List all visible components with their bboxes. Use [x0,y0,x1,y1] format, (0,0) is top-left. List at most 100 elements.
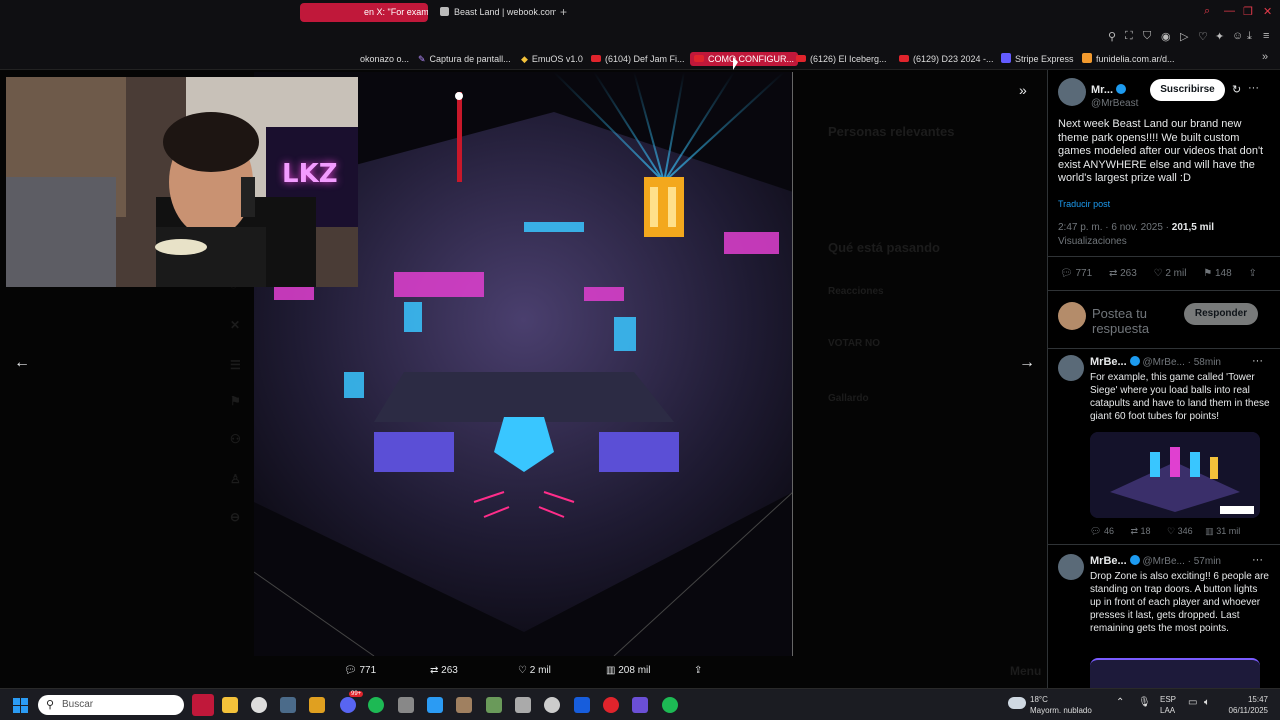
taskview-icon[interactable] [192,694,214,716]
chrome-icon[interactable] [251,697,267,713]
bookmark-stripe[interactable]: Stripe Express [1001,52,1074,66]
tab-beast-land[interactable]: Beast Land | webook.com [432,3,556,22]
repost-count: 263 [441,665,458,676]
close-window-icon[interactable]: ✕ [1263,5,1272,18]
reply-action[interactable]: 💬︎ 46 [1090,526,1114,536]
share-icon[interactable]: ⇪ [694,665,702,676]
pin-icon[interactable]: ⚲ [1108,30,1116,43]
previous-image-arrow-icon[interactable]: ← [14,354,30,372]
views-action[interactable]: ▥ 31 mil [1205,526,1240,536]
discord-icon[interactable] [340,697,356,713]
reply-button[interactable]: Responder [1184,303,1258,325]
more-bookmarks-icon[interactable]: » [1262,51,1268,63]
app-icon[interactable] [456,697,472,713]
maximize-icon[interactable]: ❐ [1243,5,1253,18]
app-icon[interactable] [486,697,502,713]
reply-handle: @MrBe... [1142,357,1185,368]
spotify-icon[interactable] [368,697,384,713]
bookmark-action[interactable]: ⚑ 148 [1203,268,1231,279]
next-image-arrow-icon[interactable]: → [1019,354,1035,372]
camera-icon[interactable]: ◉ [1161,30,1171,43]
spotify-icon[interactable] [662,697,678,713]
steam-icon[interactable] [280,697,296,713]
bookmark-label: EmuOS v1.0 [531,54,583,64]
like-action[interactable]: ♡ 346 [1167,526,1193,536]
reply-media-thumbnail[interactable] [1090,658,1260,688]
bookmark-captura[interactable]: ✎ Captura de pantall... [418,52,511,66]
extensions-icon[interactable]: ✦ [1215,30,1224,43]
reply-action[interactable]: 💬︎ 771 [1060,268,1092,279]
more-options-icon[interactable]: ··· [1252,554,1263,566]
app-icon[interactable] [309,697,325,713]
avatar[interactable] [1058,554,1084,580]
bookmark-d23[interactable]: (6129) D23 2024 -... [899,52,994,66]
app-icon[interactable] [544,697,560,713]
play-icon[interactable]: ▷ [1180,30,1188,43]
collapse-panel-icon[interactable]: » [1019,82,1027,98]
more-options-icon[interactable]: ··· [1252,355,1263,367]
account-icon[interactable]: ☺ [1232,30,1243,42]
bookmark-como-configurar[interactable]: COMO CONFIGUR... [690,52,798,66]
download-icon[interactable]: ⤓ [1247,30,1252,43]
youtube-icon [694,55,704,62]
display-icon[interactable]: ▭ [1188,697,1197,708]
views-action[interactable]: ▥ 208 mil [606,665,650,676]
bookmark-def-jam[interactable]: (6104) Def Jam Fi... [591,52,685,66]
windows-start-icon[interactable] [13,698,28,713]
reply-author[interactable]: MrBe... [1090,356,1127,368]
speaker-icon[interactable]: 🔈︎ [1204,697,1210,708]
translate-link[interactable]: Traducir post [1058,199,1110,209]
browser-toolbar: ⚲ ⛶ ⛉ ◉ ▷ ♡ ✦ ☺ ⤓ ≡ [0,24,1280,48]
app-icon[interactable] [398,697,414,713]
bookmark-emuos[interactable]: ◆ EmuOS v1.0 [521,52,583,66]
subscribe-button[interactable]: Suscribirse [1150,79,1225,101]
microphone-icon[interactable]: 🎙︎ [1138,697,1151,708]
app-icon[interactable] [632,697,648,713]
bookmark-iceberg[interactable]: (6126) El Iceberg... [796,52,887,66]
repost-action[interactable]: ⇄ 18 [1130,526,1150,536]
weather-widget[interactable]: 18°C Mayorm. nublado [1030,694,1092,716]
repost-action[interactable]: ⇄ 263 [430,665,458,676]
reply-time: · 57min [1187,556,1221,567]
reply-action[interactable]: 💬︎ 771 [344,665,376,676]
avatar[interactable] [1058,78,1086,106]
like-action[interactable]: ♡ 2 mil [518,665,551,676]
avatar[interactable] [1058,355,1084,381]
minimize-icon[interactable]: — [1224,5,1235,17]
language-indicator[interactable]: ESP LAA [1160,694,1176,716]
screenshot-icon[interactable]: ⛶ [1125,30,1133,43]
mouse-cursor-icon [733,57,738,70]
reply-author[interactable]: MrBe... [1090,555,1127,567]
bookmark-okonazo[interactable]: okonazo o... [360,52,409,66]
weather-temp: 18°C [1030,695,1048,704]
repost-action[interactable]: ⇄ 263 [1109,268,1137,279]
more-options-icon[interactable]: ··· [1248,82,1259,94]
search-tabs-icon[interactable]: ⌕ [1204,5,1210,18]
like-count: 2 mil [529,665,551,676]
like-action[interactable]: ♡ 2 mil [1154,268,1187,279]
webcam-overlay: LKZ [6,77,358,287]
bookmark-funidelia[interactable]: funidelia.com.ar/d... [1082,52,1175,66]
reply-media-thumbnail[interactable] [1090,432,1260,518]
lang-top: ESP [1160,695,1177,704]
app-icon[interactable] [603,697,619,713]
reply-text: Drop Zone is also exciting!! 6 people ar… [1090,571,1269,634]
author-block[interactable]: Mr... @MrBeast [1091,80,1138,109]
bitwarden-icon[interactable] [574,697,590,713]
shield-icon[interactable]: ⛉ [1143,30,1151,43]
menu-icon[interactable]: ≡ [1263,30,1269,42]
clock[interactable]: 15:47 06/11/2025 [1226,694,1268,716]
reply-compose-input[interactable]: Postea tu respuesta [1092,306,1182,336]
notepad-icon[interactable] [427,697,443,713]
grok-icon[interactable]: ↻ [1232,83,1241,96]
chevron-up-icon[interactable]: ⌃ [1116,697,1124,708]
share-icon[interactable]: ⇪ [1248,268,1256,279]
x-logo-icon: ✕ [230,318,241,332]
bookmark-label: COMO CONFIGUR... [708,54,794,64]
heart-icon[interactable]: ♡ [1198,30,1208,43]
taskbar-search[interactable]: ⚲ Buscar [38,695,184,715]
file-explorer-icon[interactable] [222,697,238,713]
new-tab-icon[interactable]: + [560,5,567,19]
app-icon[interactable] [515,697,531,713]
tab-x-post[interactable]: en X: "For exam [300,3,428,22]
